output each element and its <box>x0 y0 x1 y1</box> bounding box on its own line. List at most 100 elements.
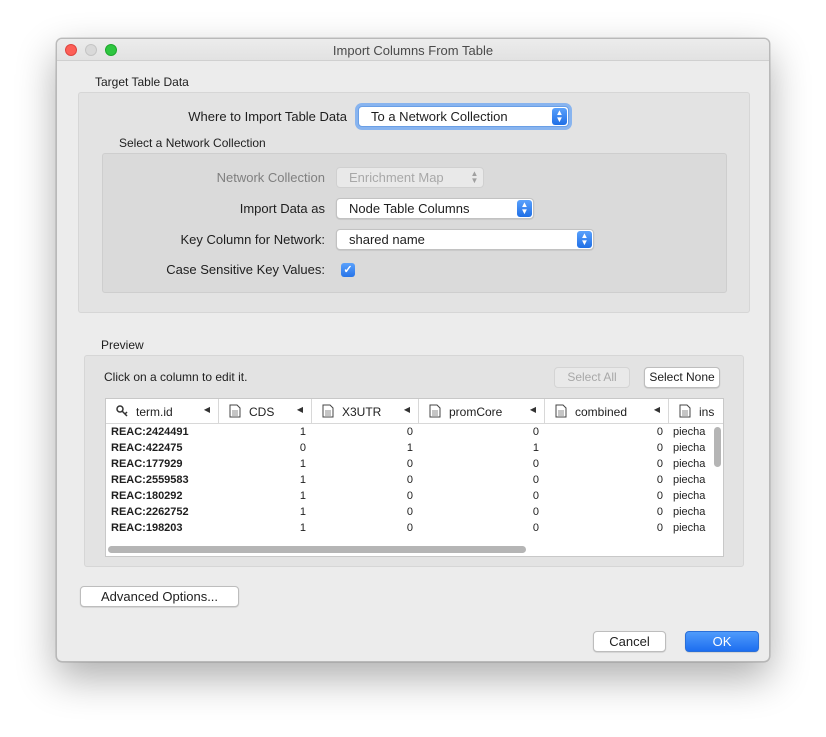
table-cell: 0 <box>406 490 413 502</box>
table-cell: 0 <box>656 474 663 486</box>
table-cell: piecha <box>673 458 706 470</box>
column-header-label: combined <box>575 405 628 419</box>
checkmark-icon: ✓ <box>343 264 353 276</box>
table-cell: 0 <box>532 490 539 502</box>
column-header-term-id[interactable]: term.id ◀ <box>106 399 219 424</box>
window-title: Import Columns From Table <box>332 43 494 58</box>
target-table-data-heading: Target Table Data <box>95 75 189 89</box>
column-header-x3utr[interactable]: X3UTR ◀ <box>312 399 419 424</box>
advanced-options-button[interactable]: Advanced Options... <box>80 586 239 607</box>
column-header-label: promCore <box>449 405 503 419</box>
table-cell: REAC:177929 <box>111 458 183 470</box>
table-cell: REAC:180292 <box>111 490 183 502</box>
table-cell: 0 <box>532 426 539 438</box>
column-header-label: X3UTR <box>342 405 382 419</box>
select-none-button[interactable]: Select None <box>644 367 720 388</box>
column-header-label: ins <box>699 405 715 419</box>
case-sensitive-checkbox[interactable]: ✓ <box>341 263 355 277</box>
document-icon <box>679 404 691 418</box>
table-cell: 0 <box>299 442 306 454</box>
where-to-import-label: Where to Import Table Data <box>188 109 347 124</box>
column-header-label: CDS <box>249 405 275 419</box>
key-column-value: shared name <box>349 232 425 247</box>
table-cell: 1 <box>299 458 306 470</box>
sort-arrow-icon: ◀ <box>403 405 410 414</box>
key-column-combo[interactable]: shared name ▲ ▼ <box>336 229 594 250</box>
table-cell: REAC:198203 <box>111 522 183 534</box>
table-cell: 1 <box>299 522 306 534</box>
table-cell: 0 <box>532 458 539 470</box>
table-cell: REAC:2559583 <box>111 474 189 486</box>
preview-panel: Click on a column to edit it. Select All… <box>84 355 744 567</box>
table-cell: 0 <box>656 522 663 534</box>
table-cell: piecha <box>673 490 706 502</box>
document-icon <box>555 404 567 418</box>
network-collection-label: Network Collection <box>216 170 325 185</box>
sort-arrow-icon: ◀ <box>203 405 210 414</box>
select-all-button: Select All <box>554 367 630 388</box>
table-cell: 1 <box>532 442 539 454</box>
table-cell: 1 <box>299 490 306 502</box>
where-to-import-value: To a Network Collection <box>371 109 508 124</box>
table-cell: 1 <box>406 442 413 454</box>
preview-table[interactable]: term.id ◀ CDS ◀ X3UTR ◀ promCore ◀ combi… <box>105 398 724 557</box>
column-header-label: term.id <box>136 405 173 419</box>
table-cell: 0 <box>406 522 413 534</box>
sort-arrow-icon: ◀ <box>529 405 536 414</box>
preview-heading: Preview <box>101 338 144 352</box>
sort-arrow-icon: ◀ <box>296 405 303 414</box>
chevron-updown-icon: ▲ ▼ <box>470 169 479 185</box>
network-collection-subpanel: Network Collection Enrichment Map ▲ ▼ Imp… <box>102 153 727 293</box>
preview-hint: Click on a column to edit it. <box>104 370 248 384</box>
where-to-import-combo[interactable]: To a Network Collection ▲ ▼ <box>358 106 569 127</box>
table-cell: piecha <box>673 506 706 518</box>
document-icon <box>229 404 241 418</box>
table-cell: 0 <box>656 458 663 470</box>
table-cell: piecha <box>673 426 706 438</box>
column-header-promcore[interactable]: promCore ◀ <box>419 399 545 424</box>
target-table-data-panel: Where to Import Table Data To a Network … <box>78 92 750 313</box>
table-cell: piecha <box>673 442 706 454</box>
table-cell: 1 <box>299 426 306 438</box>
table-cell: REAC:2262752 <box>111 506 189 518</box>
table-cell: 0 <box>406 474 413 486</box>
table-cell: 0 <box>532 474 539 486</box>
table-cell: 0 <box>532 522 539 534</box>
chevron-updown-icon: ▲ ▼ <box>552 108 567 125</box>
column-header-ins[interactable]: ins <box>669 399 723 424</box>
import-columns-dialog: Import Columns From Table Target Table D… <box>56 38 770 662</box>
key-icon <box>116 405 128 417</box>
import-data-as-combo[interactable]: Node Table Columns ▲ ▼ <box>336 198 534 219</box>
table-cell: 1 <box>299 506 306 518</box>
column-header-combined[interactable]: combined ◀ <box>545 399 669 424</box>
table-cell: 0 <box>406 506 413 518</box>
table-header: term.id ◀ CDS ◀ X3UTR ◀ promCore ◀ combi… <box>106 399 723 424</box>
cancel-button[interactable]: Cancel <box>593 631 666 652</box>
horizontal-scrollbar[interactable] <box>108 546 526 553</box>
table-cell: 1 <box>299 474 306 486</box>
title-bar[interactable]: Import Columns From Table <box>57 39 769 61</box>
key-column-label: Key Column for Network: <box>180 232 326 247</box>
document-icon <box>429 404 441 418</box>
chevron-updown-icon: ▲ ▼ <box>517 200 532 217</box>
sort-arrow-icon: ◀ <box>653 405 660 414</box>
table-cell: 0 <box>656 442 663 454</box>
table-cell: piecha <box>673 474 706 486</box>
table-cell: 0 <box>656 426 663 438</box>
table-cell: piecha <box>673 522 706 534</box>
table-cell: 0 <box>656 490 663 502</box>
ok-button[interactable]: OK <box>685 631 759 652</box>
table-cell: REAC:422475 <box>111 442 183 454</box>
table-cell: 0 <box>532 506 539 518</box>
table-cell: 0 <box>656 506 663 518</box>
import-data-as-value: Node Table Columns <box>349 201 470 216</box>
network-collection-value: Enrichment Map <box>349 170 444 185</box>
network-collection-combo: Enrichment Map ▲ ▼ <box>336 167 484 188</box>
import-data-as-label: Import Data as <box>239 201 325 216</box>
select-network-collection-heading: Select a Network Collection <box>119 136 266 150</box>
chevron-updown-icon: ▲ ▼ <box>577 231 592 248</box>
vertical-scrollbar[interactable] <box>714 427 721 467</box>
case-sensitive-label: Case Sensitive Key Values: <box>166 262 325 277</box>
column-header-cds[interactable]: CDS ◀ <box>219 399 312 424</box>
table-cell: 0 <box>406 458 413 470</box>
